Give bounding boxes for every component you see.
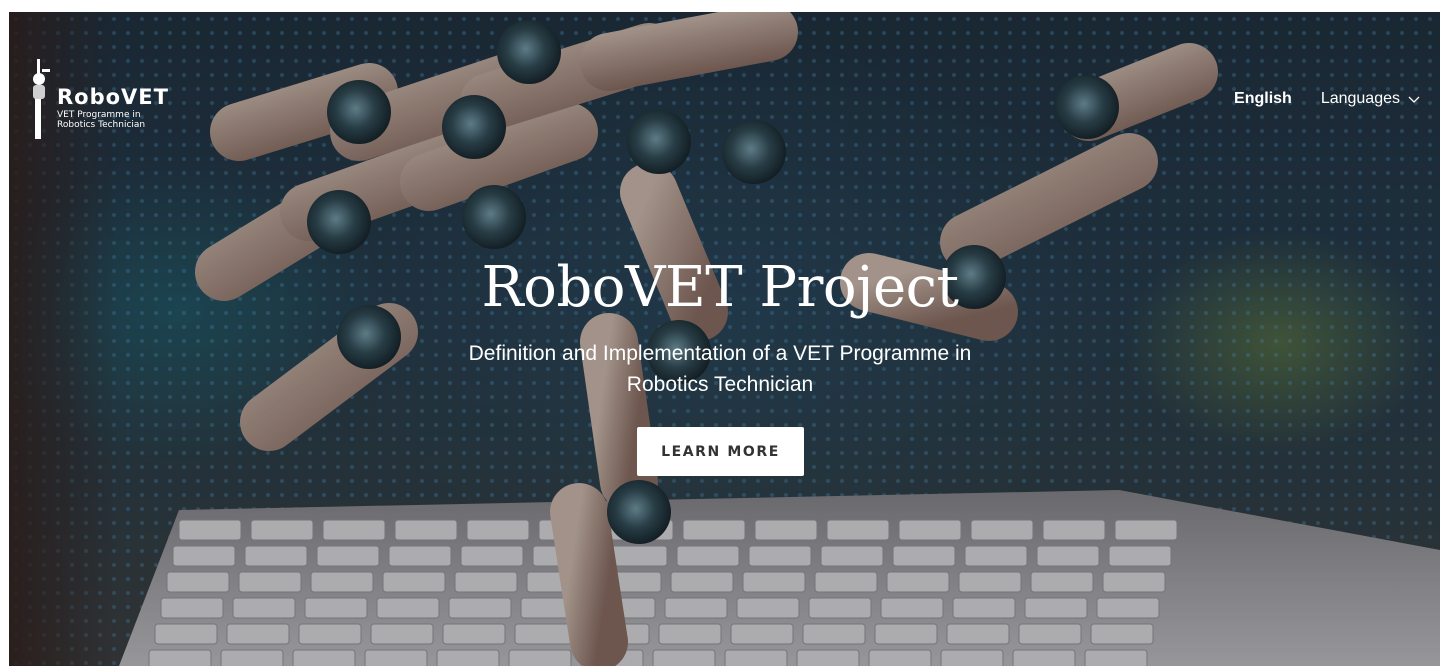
robot-arm-logo-icon <box>33 59 50 139</box>
hero-subtitle: Definition and Implementation of a VET P… <box>468 342 972 396</box>
languages-dropdown[interactable]: Languages <box>1321 90 1420 108</box>
brand-name: RoboVET <box>57 85 169 109</box>
chevron-down-icon <box>1408 96 1420 103</box>
language-english-link[interactable]: English <box>1234 90 1292 108</box>
top-navigation: English Languages <box>1234 90 1420 108</box>
languages-label: Languages <box>1320 90 1400 107</box>
hero-title: RoboVET Project <box>481 255 959 320</box>
brand-logo[interactable]: RoboVET VET Programme in Robotics Techni… <box>30 55 180 145</box>
learn-more-button[interactable]: LEARN MORE <box>637 427 804 476</box>
brand-tagline: VET Programme in Robotics Technician <box>57 110 146 130</box>
